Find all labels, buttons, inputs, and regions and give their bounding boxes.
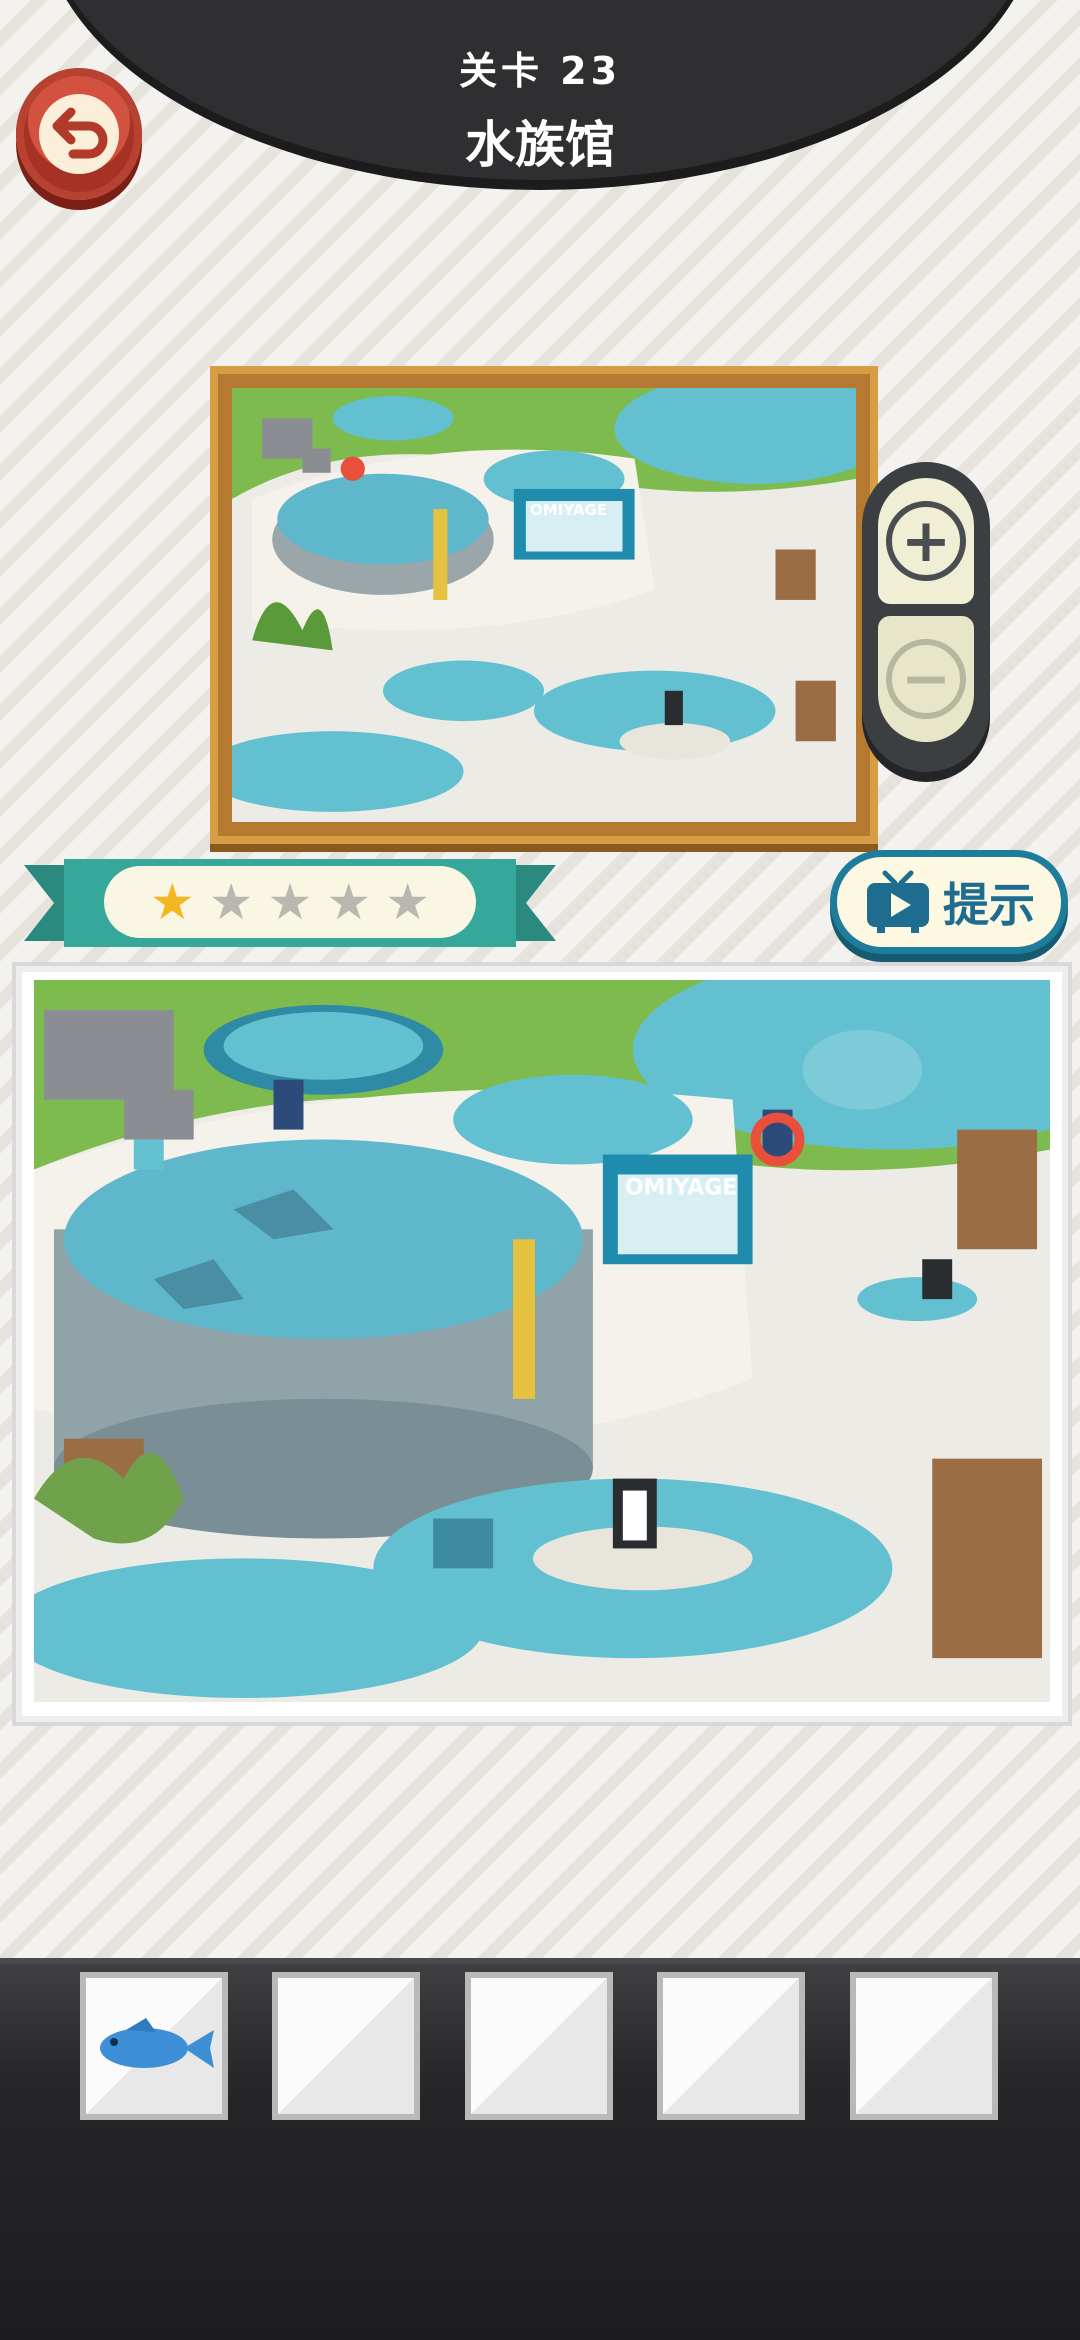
back-arrow-icon <box>39 94 119 174</box>
main-picture-frame: OMIYAGE <box>12 962 1072 1726</box>
reference-sign-text: OMIYAGE <box>530 501 607 519</box>
inventory-slot-5[interactable] <box>850 1972 998 2120</box>
zoom-in-button[interactable]: + <box>878 478 974 604</box>
inventory-slot-4[interactable] <box>657 1972 805 2120</box>
zoom-control: + − <box>862 462 990 772</box>
plus-icon: + <box>886 501 966 581</box>
back-button[interactable] <box>16 68 142 200</box>
star-icon: ★ <box>326 873 372 931</box>
reference-picture[interactable]: OMIYAGE <box>232 388 856 822</box>
star-rating: ★ ★ ★ ★ ★ <box>104 866 476 938</box>
inventory-slot-1[interactable] <box>80 1972 228 2120</box>
hint-button-inner: 提示 <box>837 857 1061 947</box>
inventory-slot-3[interactable] <box>465 1972 613 2120</box>
inventory-slot-2[interactable] <box>272 1972 420 2120</box>
star-icon: ★ <box>385 873 431 931</box>
level-label: 关卡 23 <box>458 49 622 93</box>
stage-name: 水族馆 <box>465 116 615 174</box>
minus-icon: − <box>886 639 966 719</box>
hint-button[interactable]: 提示 <box>830 850 1068 954</box>
fish-icon <box>100 2018 214 2068</box>
star-icon: ★ <box>149 873 195 931</box>
star-icon: ★ <box>267 873 313 931</box>
zoom-out-button[interactable]: − <box>878 616 974 742</box>
main-sign-text: OMIYAGE <box>625 1175 737 1200</box>
tv-play-icon <box>867 870 929 933</box>
header-title-group: 关卡 23 水族馆 <box>0 40 1080 177</box>
star-icon: ★ <box>208 873 254 931</box>
main-picture[interactable]: OMIYAGE <box>34 980 1050 1702</box>
reference-picture-frame: OMIYAGE <box>210 366 878 844</box>
hint-label: 提示 <box>943 878 1035 932</box>
